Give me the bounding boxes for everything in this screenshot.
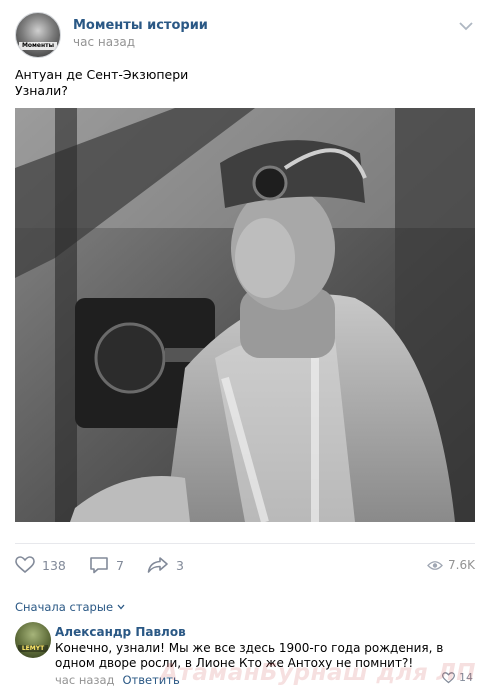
group-name-link[interactable]: Моменты истории xyxy=(73,18,208,33)
comment-button[interactable]: 7 xyxy=(89,555,124,575)
share-arrow-icon xyxy=(147,557,168,573)
comment-author-avatar[interactable]: LEMYT xyxy=(15,622,51,658)
like-button[interactable]: 138 xyxy=(15,555,66,575)
pilot-photo-image xyxy=(15,108,475,522)
post-photo[interactable] xyxy=(15,108,475,522)
post-text-line2: Узнали? xyxy=(15,83,68,98)
post-text-line1: Антуан де Сент-Экзюпери xyxy=(15,67,189,82)
post-text: Антуан де Сент-Экзюпери Узнали? xyxy=(15,67,188,99)
heart-icon xyxy=(15,556,35,574)
chevron-down-icon xyxy=(117,604,125,610)
chevron-down-icon[interactable] xyxy=(459,21,473,31)
group-avatar-caption: Моменты xyxy=(19,42,57,50)
comment-avatar-caption: LEMYT xyxy=(18,645,48,652)
eye-icon xyxy=(427,560,443,570)
views-count: 7.6K xyxy=(448,558,475,572)
views-counter: 7.6K xyxy=(427,558,475,572)
comments-sort-dropdown[interactable]: Сначала старые xyxy=(15,600,125,614)
like-count: 138 xyxy=(42,557,66,573)
post-header: Моменты Моменты истории час назад xyxy=(15,12,475,58)
comment-count: 7 xyxy=(116,557,124,573)
comments-sort-label: Сначала старые xyxy=(15,600,114,614)
comment-time[interactable]: час назад xyxy=(55,673,115,687)
comment-icon xyxy=(90,557,108,574)
post-actions-bar: 138 7 3 7.6K xyxy=(15,543,475,584)
post-time[interactable]: час назад xyxy=(73,35,135,49)
share-button[interactable]: 3 xyxy=(147,555,184,575)
group-avatar[interactable]: Моменты xyxy=(15,12,61,58)
comment-author-link[interactable]: Александр Павлов xyxy=(55,625,186,639)
share-count: 3 xyxy=(176,557,184,573)
watermark: АтаманБурнаш для ЛП xyxy=(160,660,476,686)
